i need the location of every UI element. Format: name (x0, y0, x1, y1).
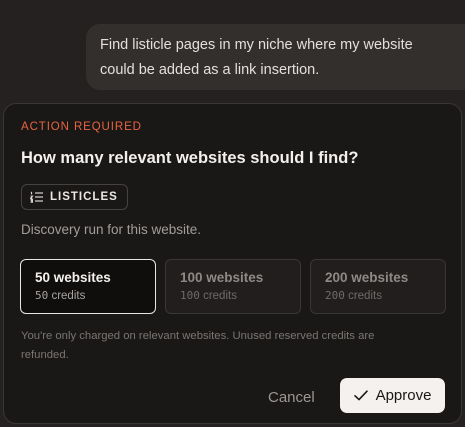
option-title: 50 websites (35, 270, 111, 285)
option-50-websites[interactable]: 50 websites 50 credits (20, 259, 156, 314)
listicles-tag: LISTICLES (21, 184, 128, 210)
discovery-description: Discovery run for this website. (21, 222, 202, 237)
check-icon (353, 390, 368, 401)
website-count-options: 50 websites 50 credits 100 websites 100 … (20, 259, 446, 314)
approve-button[interactable]: Approve (340, 378, 445, 413)
option-title: 100 websites (180, 270, 264, 285)
credits-note: You're only charged on relevant websites… (21, 330, 375, 361)
approve-label: Approve (375, 387, 432, 404)
action-required-label: ACTION REQUIRED (21, 121, 142, 133)
list-ordered-icon (30, 191, 44, 203)
option-credits: 50 credits (35, 289, 86, 302)
option-100-websites[interactable]: 100 websites 100 credits (165, 259, 301, 314)
question-heading: How many relevant websites should I find… (21, 149, 359, 167)
option-credits: 200 credits (325, 289, 382, 302)
option-title: 200 websites (325, 270, 409, 285)
user-message-text: Find listicle pages in my niche where my… (100, 37, 413, 78)
page: Find listicle pages in my niche where my… (0, 0, 465, 427)
tag-label: LISTICLES (50, 191, 118, 203)
user-message-bubble: Find listicle pages in my niche where my… (86, 24, 465, 90)
action-required-card: ACTION REQUIRED How many relevant websit… (3, 103, 462, 424)
option-200-websites[interactable]: 200 websites 200 credits (310, 259, 446, 314)
cancel-button[interactable]: Cancel (254, 380, 329, 415)
option-credits: 100 credits (180, 289, 237, 302)
